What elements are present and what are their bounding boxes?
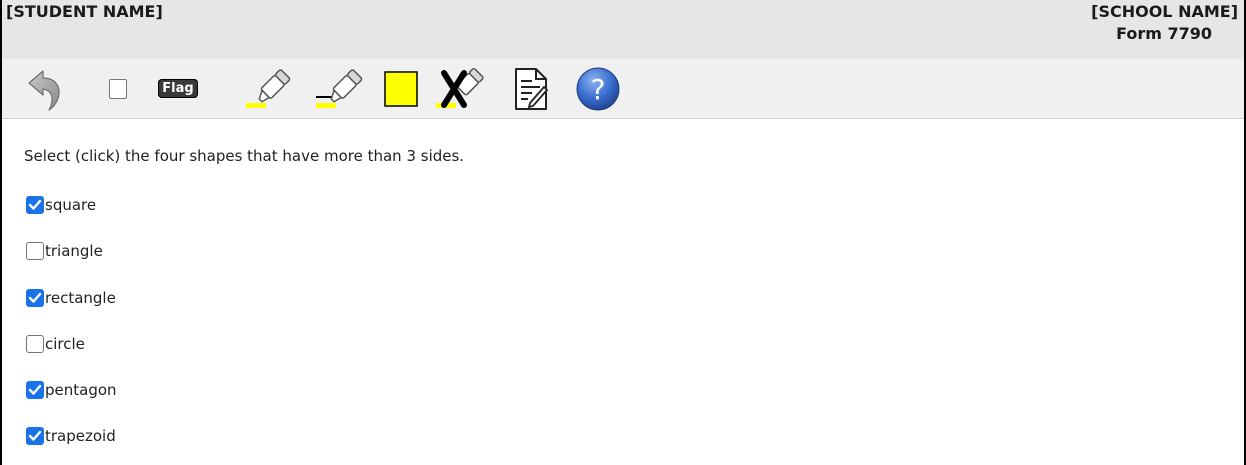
option-pentagon[interactable]: pentagon: [26, 378, 117, 402]
option-label: rectangle: [45, 289, 116, 307]
question-prompt: Select (click) the four shapes that have…: [24, 147, 465, 165]
svg-text:?: ?: [591, 73, 606, 106]
school-name: [SCHOOL NAME]: [1091, 2, 1238, 21]
eraser-icon: [436, 67, 484, 108]
checkmark-icon: [28, 384, 42, 395]
option-trapezoid[interactable]: trapezoid: [26, 424, 116, 448]
clear-highlight-button[interactable]: [434, 59, 490, 118]
mark-for-review-checkbox[interactable]: [106, 59, 130, 118]
option-square[interactable]: square: [26, 193, 96, 217]
option-label: circle: [45, 335, 85, 353]
option-checkbox[interactable]: [26, 381, 44, 399]
option-label: triangle: [45, 242, 103, 260]
strikethrough-icon: [316, 68, 363, 108]
undo-icon: [28, 69, 60, 111]
review-box: [109, 78, 127, 99]
option-triangle[interactable]: triangle: [26, 239, 103, 263]
header-bar: [STUDENT NAME] [SCHOOL NAME] Form 7790: [2, 0, 1244, 59]
highlighter-button[interactable]: [242, 59, 298, 118]
option-label: square: [45, 196, 97, 214]
highlighter-icon: [246, 68, 291, 108]
student-name: [STUDENT NAME]: [6, 2, 163, 21]
option-checkbox[interactable]: [26, 242, 44, 260]
checkmark-icon: [28, 292, 42, 303]
option-circle[interactable]: circle: [26, 332, 85, 356]
flag-button[interactable]: Flag: [152, 59, 204, 118]
option-checkbox[interactable]: [26, 427, 44, 445]
notes-button[interactable]: [508, 59, 552, 118]
toolbar: Flag ?: [2, 59, 1244, 119]
highlight-color-button[interactable]: [382, 59, 420, 118]
checkmark-icon: [28, 199, 42, 210]
notes-icon: [515, 67, 549, 110]
help-icon: ?: [576, 67, 620, 110]
option-checkbox[interactable]: [26, 335, 44, 353]
option-checkbox[interactable]: [26, 196, 44, 214]
yellow-highlight-icon: [384, 70, 418, 107]
help-button[interactable]: ?: [574, 59, 622, 118]
form-number: Form 7790: [1116, 24, 1212, 43]
option-rectangle[interactable]: rectangle: [26, 286, 116, 310]
option-checkbox[interactable]: [26, 289, 44, 307]
undo-button[interactable]: [24, 59, 68, 118]
option-label: trapezoid: [45, 427, 116, 445]
checkmark-icon: [28, 430, 42, 441]
strikethrough-button[interactable]: [314, 59, 370, 118]
flag-label: Flag: [158, 79, 198, 98]
option-label: pentagon: [45, 381, 117, 399]
